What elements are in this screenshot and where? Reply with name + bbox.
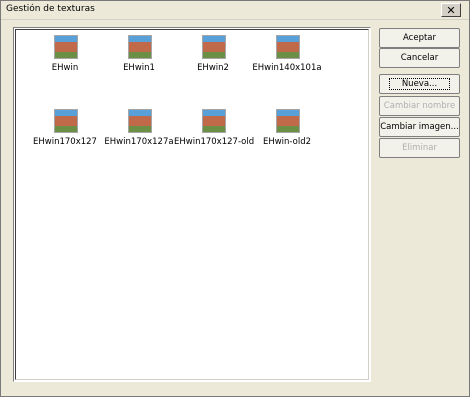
texture-item[interactable]: EHwin (26, 32, 104, 82)
texture-list-inner: EHwin EHwin1 EHwin2 EHwin140x101a EHwin1… (15, 29, 369, 380)
texture-item[interactable]: EHwin2 (174, 32, 252, 82)
title-bar[interactable]: Gestión de texturas ✕ (1, 1, 469, 20)
texture-thumbnail (54, 35, 78, 59)
texture-management-dialog: Gestión de texturas ✕ EHwin EHwin1 EHwin… (0, 0, 470, 397)
texture-name: EHwin170x127a (104, 137, 174, 147)
cancel-label: Cancelar (400, 53, 439, 63)
change-image-label: Cambiar imagen... (380, 122, 459, 132)
texture-thumbnail (276, 35, 300, 59)
change-image-button[interactable]: Cambiar imagen... (379, 117, 460, 137)
texture-thumbnail (276, 109, 300, 133)
accept-label: Aceptar (403, 33, 436, 43)
rename-button[interactable]: Cambiar nombre (379, 96, 460, 116)
window-title: Gestión de texturas (6, 4, 95, 14)
new-label: Nueva... (388, 78, 451, 90)
delete-button[interactable]: Eliminar (379, 138, 460, 158)
texture-item[interactable]: EHwin1 (100, 32, 178, 82)
texture-thumbnail (54, 109, 78, 133)
delete-label: Eliminar (402, 143, 437, 153)
texture-list[interactable]: EHwin EHwin1 EHwin2 EHwin140x101a EHwin1… (13, 27, 371, 382)
accept-button[interactable]: Aceptar (379, 28, 460, 48)
texture-thumbnail (202, 109, 226, 133)
texture-name: EHwin140x101a (252, 63, 322, 73)
texture-thumbnail (128, 109, 152, 133)
texture-thumbnail (202, 35, 226, 59)
texture-thumbnail (128, 35, 152, 59)
texture-item[interactable]: EHwin170x127 (26, 106, 104, 156)
cancel-button[interactable]: Cancelar (379, 48, 460, 68)
texture-item[interactable]: EHwin-old2 (248, 106, 326, 156)
texture-item[interactable]: EHwin170x127a (100, 106, 178, 156)
texture-item[interactable]: EHwin170x127-old (174, 106, 255, 156)
texture-name: EHwin170x127-old (174, 137, 255, 147)
new-button[interactable]: Nueva... (379, 74, 460, 94)
texture-name: EHwin-old2 (262, 137, 312, 147)
close-icon[interactable]: ✕ (441, 3, 461, 17)
texture-item[interactable]: EHwin140x101a (248, 32, 326, 82)
texture-name: EHwin170x127 (33, 137, 97, 147)
texture-name: EHwin2 (197, 63, 229, 73)
rename-label: Cambiar nombre (383, 101, 456, 111)
texture-name: EHwin (51, 63, 79, 73)
texture-name: EHwin1 (123, 63, 155, 73)
